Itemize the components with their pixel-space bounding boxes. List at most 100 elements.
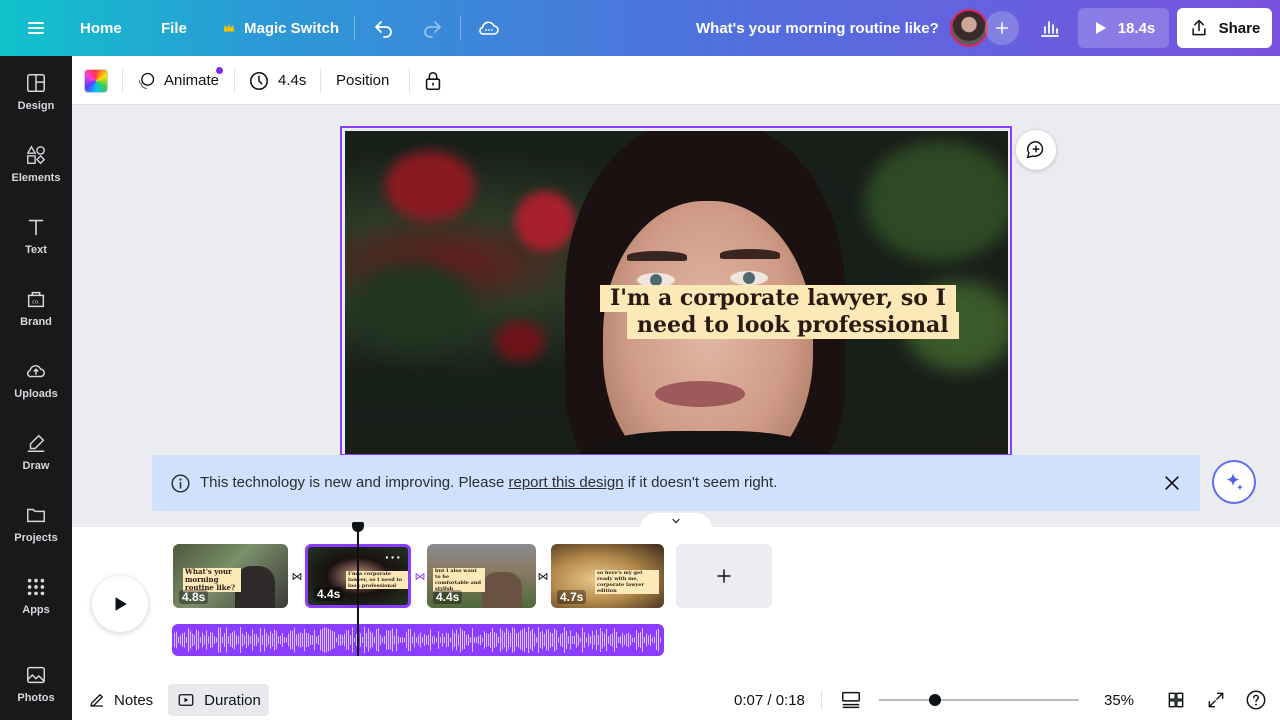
fullscreen-button[interactable] [1206,684,1226,716]
sidebar-item-draw[interactable]: Draw [0,420,72,484]
share-button[interactable]: Share [1177,8,1272,48]
info-icon [171,474,190,493]
lock-icon [425,71,441,90]
caption-line-1[interactable]: I'm a corporate lawyer, so I [600,285,956,312]
sidebar: Design Elements Text co. Brand Uploads D… [0,56,72,720]
notes-button[interactable]: Notes [88,684,153,716]
sidebar-item-label: Uploads [14,388,58,400]
sidebar-item-apps[interactable]: Apps [0,564,72,628]
time-readout: 0:07 / 0:18 [734,691,805,709]
play-duration: 18.4s [1117,19,1156,37]
design-title[interactable]: What's your morning routine like? [696,0,939,56]
clip-thumbnail-figure [235,566,275,608]
zoom-slider-track[interactable] [879,699,1079,701]
lock-button[interactable] [422,56,444,105]
magic-assistant-button[interactable] [1212,460,1256,504]
sidebar-item-uploads[interactable]: Uploads [0,348,72,412]
sidebar-item-label: Projects [14,532,58,544]
transition-button[interactable]: ⋈ [413,569,427,583]
position-button[interactable]: Position [336,56,389,105]
notes-icon [90,694,103,707]
sidebar-item-label: Apps [22,604,50,616]
timeline-clip[interactable]: What's your morning routine like? 4.8s [173,544,288,608]
text-icon [28,219,44,236]
clip-caption: but I also want to be comfortable and st… [433,568,485,592]
insights-button[interactable] [1038,0,1062,56]
clip-caption: I'm a corporate lawyer, so I need to loo… [346,571,408,589]
menu-button[interactable] [24,0,48,56]
duration-label: Duration [204,691,261,709]
play-icon [115,597,127,611]
sidebar-item-label: Draw [22,460,50,472]
zoom-level[interactable]: 35% [1104,684,1134,716]
sidebar-item-elements[interactable]: Elements [0,132,72,196]
sidebar-item-projects[interactable]: Projects [0,492,72,556]
add-page-button[interactable] [676,544,772,608]
design-icon [27,74,45,92]
sidebar-item-label: Design [17,100,55,112]
sidebar-item-text[interactable]: Text [0,204,72,268]
clip-duration: 4.4s [433,590,463,604]
color-swatch [84,68,108,93]
timing-button[interactable]: 4.4s [248,56,306,105]
plus-icon [717,569,731,583]
clip-duration: 4.7s [557,590,587,604]
playhead[interactable] [357,524,359,656]
transition-button[interactable]: ⋈ [290,569,304,583]
sidebar-item-label: Photos [17,692,55,704]
divider [409,69,410,93]
page-view-icon [842,691,860,709]
redo-button[interactable] [420,0,444,56]
banner-message: This technology is new and improving. Pl… [200,474,777,491]
photos-icon [27,666,45,684]
timeline-clip[interactable]: so here's my get ready with me, corporat… [551,544,664,608]
animate-label: Animate [164,72,220,89]
animate-button[interactable]: Animate [136,56,219,105]
grid-view-button[interactable] [1166,684,1186,716]
duration-button[interactable]: Duration [168,684,269,716]
home-button[interactable]: Home [80,0,122,56]
timeline-play-button[interactable] [92,576,148,632]
brand-icon: co. [27,291,45,308]
color-picker-button[interactable] [84,56,108,105]
magic-switch-button[interactable]: Magic Switch [222,0,339,56]
help-icon [1246,690,1266,710]
help-button[interactable] [1245,684,1267,716]
folder-icon [27,508,45,523]
add-collaborator-button[interactable] [985,11,1019,45]
context-toolbar: Animate 4.4s Position [72,56,1280,105]
undo-button[interactable] [372,0,396,56]
file-menu-button[interactable]: File [161,0,187,56]
banner-text-after: if it doesn't seem right. [623,474,778,491]
timeline-clip[interactable]: but I also want to be comfortable and st… [427,544,536,608]
close-icon[interactable] [1162,473,1182,493]
more-options-icon[interactable]: ··· [385,549,402,565]
avatar[interactable] [950,9,988,47]
sidebar-item-design[interactable]: Design [0,60,72,124]
audio-track[interactable] [172,624,664,656]
zoom-slider-handle[interactable] [929,694,941,706]
design-page[interactable]: I'm a corporate lawyer, so I need to loo… [340,126,1012,456]
cloud-save-status[interactable] [477,0,501,56]
elements-icon [26,145,46,165]
collapse-timeline-button[interactable] [640,513,712,529]
divider [234,69,235,93]
caption-line-2[interactable]: need to look professional [627,312,959,339]
clip-duration: 4.8s [179,590,209,604]
add-comment-button[interactable] [1016,130,1056,170]
sidebar-item-label: Elements [11,172,61,184]
video-play-icon [178,694,194,706]
notes-label: Notes [114,691,154,709]
sidebar-item-photos[interactable]: Photos [0,652,72,716]
clip-duration: 4.4s [314,587,344,601]
timing-label: 4.4s [278,72,307,89]
play-preview-button[interactable]: 18.4s [1078,8,1169,48]
sidebar-item-label: Text [25,244,47,256]
report-design-link[interactable]: report this design [509,474,624,491]
transition-button[interactable]: ⋈ [536,569,550,583]
sidebar-item-brand[interactable]: co. Brand [0,276,72,340]
cloud-icon [479,21,499,35]
top-bar: Home File Magic Switch What's your morni… [0,0,1280,56]
bar-chart-icon [1041,21,1059,37]
page-view-button[interactable] [840,684,862,716]
